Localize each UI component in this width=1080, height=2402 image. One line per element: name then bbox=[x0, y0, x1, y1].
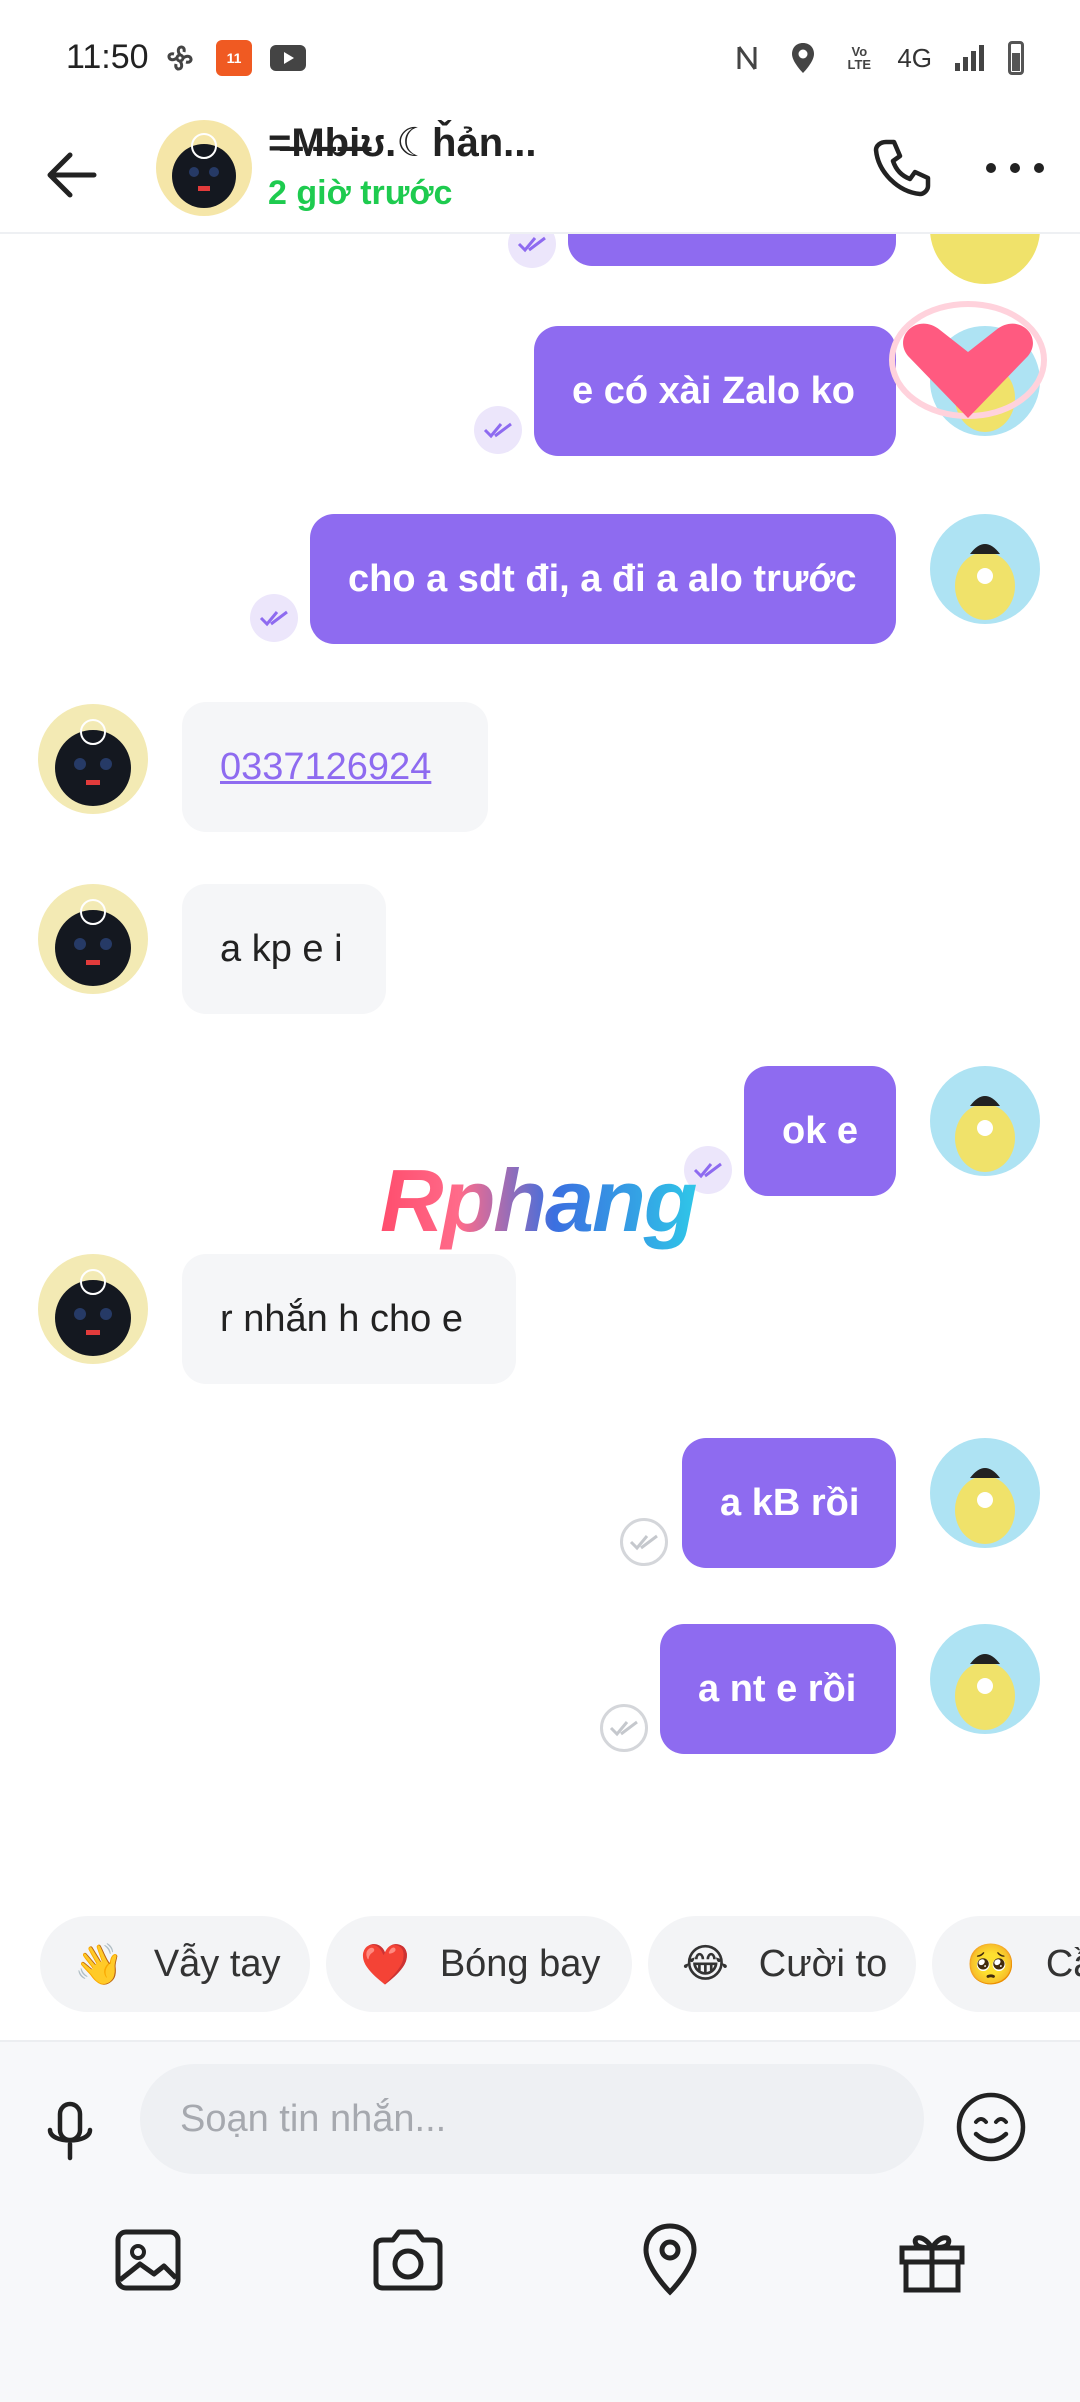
back-arrow-icon bbox=[47, 152, 97, 198]
battery-icon bbox=[1008, 41, 1024, 75]
message-bubble-incoming[interactable]: r nhắn h cho e bbox=[182, 1254, 516, 1384]
my-avatar[interactable] bbox=[930, 1066, 1040, 1176]
contact-avatar-small[interactable] bbox=[38, 884, 148, 994]
voice-button[interactable] bbox=[30, 2092, 110, 2172]
message-bubble-incoming[interactable]: a kp e i bbox=[182, 884, 386, 1014]
shopping-app-icon: 11 bbox=[216, 40, 252, 76]
my-avatar[interactable] bbox=[930, 1624, 1040, 1734]
message-bubble[interactable]: ok e bbox=[744, 1066, 896, 1196]
camera-button[interactable] bbox=[360, 2212, 456, 2308]
message-bubble[interactable]: cho a sdt đi, a đi a alo trước bbox=[310, 514, 896, 644]
my-avatar[interactable] bbox=[930, 514, 1040, 624]
image-icon bbox=[115, 2229, 181, 2291]
laugh-emoji-icon: 😂 bbox=[682, 1942, 729, 1986]
camera-icon bbox=[373, 2229, 443, 2291]
status-time: 11:50 bbox=[66, 38, 149, 76]
my-avatar[interactable] bbox=[930, 1438, 1040, 1548]
message-input[interactable] bbox=[140, 2064, 924, 2174]
emoji-button[interactable] bbox=[948, 2084, 1034, 2170]
phone-number-link[interactable]: 0337126924 bbox=[220, 748, 431, 786]
received-status-icon bbox=[600, 1704, 648, 1752]
quick-reply-chip[interactable]: 👋 Vẫy tay bbox=[40, 1916, 310, 2012]
call-button[interactable] bbox=[862, 128, 942, 208]
quick-reply-bar[interactable]: 👋 Vẫy tay ❤️ Bóng bay 😂 Cười to 🥺 Cầ bbox=[0, 1916, 1080, 2016]
sent-status-icon bbox=[474, 406, 522, 454]
message-bubble-incoming[interactable]: 0337126924 bbox=[182, 702, 488, 832]
more-icon bbox=[986, 163, 1044, 173]
wave-emoji-icon: 👋 bbox=[74, 1942, 124, 1987]
status-bar: 11:50 11 Vo LTE 4G bbox=[0, 0, 1080, 120]
youtube-icon bbox=[270, 45, 306, 71]
received-status-icon bbox=[620, 1518, 668, 1566]
emoji-icon bbox=[956, 2092, 1026, 2162]
message-bubble[interactable]: e có xài Zalo ko bbox=[534, 326, 896, 456]
mic-icon bbox=[47, 2101, 93, 2161]
my-avatar-partial[interactable] bbox=[930, 234, 1040, 284]
last-seen-status: 2 giờ trước bbox=[268, 174, 453, 212]
fan-icon bbox=[162, 40, 198, 76]
volte-icon: Vo LTE bbox=[847, 44, 872, 72]
composer bbox=[0, 2040, 1080, 2402]
contact-name[interactable]: =̶̶M̶b̶i̶ʊ.☾ȟản... bbox=[268, 120, 588, 166]
nfc-icon bbox=[729, 40, 765, 76]
message-bubble[interactable]: a kB rồi bbox=[682, 1438, 896, 1568]
heart-reaction-icon bbox=[888, 300, 1048, 440]
pleading-emoji-icon: 🥺 bbox=[966, 1942, 1016, 1987]
sent-status-icon bbox=[250, 594, 298, 642]
quick-reply-chip[interactable]: ❤️ Bóng bay bbox=[326, 1916, 632, 2012]
message-list[interactable]: e có xài Zalo ko cho a sdt đi, a đi a al… bbox=[0, 234, 1080, 1874]
location-status-icon bbox=[785, 40, 821, 76]
contact-avatar-small[interactable] bbox=[38, 1254, 148, 1364]
message-bubble[interactable]: a nt e rồi bbox=[660, 1624, 896, 1754]
gift-icon bbox=[899, 2235, 965, 2293]
back-button[interactable] bbox=[38, 140, 108, 210]
contact-avatar[interactable] bbox=[156, 120, 252, 216]
message-bubble-partial[interactable] bbox=[568, 234, 896, 266]
network-type: 4G bbox=[897, 42, 932, 73]
location-button[interactable] bbox=[622, 2212, 718, 2308]
phone-icon bbox=[873, 139, 931, 197]
quick-reply-chip[interactable]: 😂 Cười to bbox=[648, 1916, 916, 2012]
location-icon bbox=[643, 2223, 697, 2296]
quick-reply-chip[interactable]: 🥺 Cầ bbox=[932, 1916, 1080, 2012]
gift-button[interactable] bbox=[884, 2212, 980, 2308]
watermark-logo: Rphang bbox=[380, 1151, 698, 1250]
chat-header: =̶̶M̶b̶i̶ʊ.☾ȟản... 2 giờ trước bbox=[0, 120, 1080, 234]
more-options-button[interactable] bbox=[975, 128, 1055, 208]
contact-avatar-small[interactable] bbox=[38, 704, 148, 814]
signal-icon bbox=[952, 40, 988, 76]
gallery-button[interactable] bbox=[100, 2212, 196, 2308]
heart-emoji-icon: ❤️ bbox=[360, 1942, 410, 1987]
sent-status-icon bbox=[508, 234, 556, 268]
